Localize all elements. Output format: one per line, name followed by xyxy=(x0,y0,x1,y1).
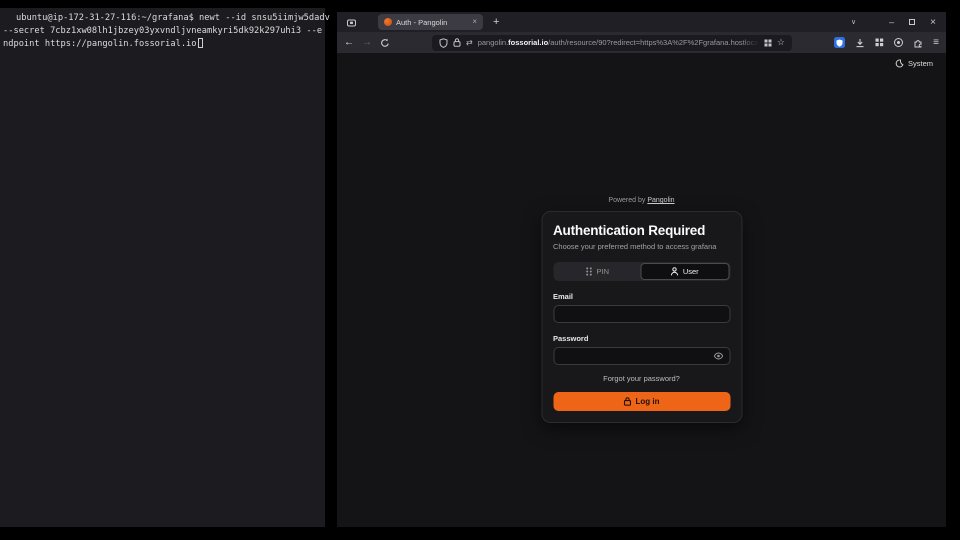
password-input[interactable] xyxy=(553,347,730,365)
user-icon xyxy=(671,267,679,276)
email-input[interactable] xyxy=(553,305,730,323)
card-subtitle: Choose your preferred method to access g… xyxy=(553,242,730,251)
forward-button[interactable]: → xyxy=(362,37,372,48)
maximize-button[interactable] xyxy=(909,19,915,25)
tab-list-chevron-icon[interactable]: ∨ xyxy=(851,18,856,26)
terminal-line: --secret 7cbz1xw08lh1jbzey03yxvndljvneam… xyxy=(3,25,322,38)
url-prefix: pangolin. xyxy=(478,38,508,47)
window-controls: ∨ – × xyxy=(851,12,936,32)
theme-label: System xyxy=(908,59,933,68)
theme-selector-button[interactable]: System xyxy=(895,59,933,68)
tab-pin[interactable]: PIN xyxy=(554,263,641,280)
tab-pin-label: PIN xyxy=(596,267,609,276)
terminal-line: ndpoint https://pangolin.fossorial.io xyxy=(3,38,322,51)
pangolin-favicon-icon xyxy=(384,18,392,26)
firefox-view-icon[interactable] xyxy=(346,17,357,28)
show-password-eye-icon[interactable] xyxy=(713,352,723,360)
minimize-button[interactable]: – xyxy=(889,17,894,27)
tracking-shield-icon[interactable] xyxy=(439,38,448,48)
extensions-puzzle-icon[interactable] xyxy=(913,38,923,48)
terminal-line-text: ndpoint https://pangolin.fossorial.io xyxy=(3,39,197,49)
auth-card: Authentication Required Choose your pref… xyxy=(541,211,742,423)
terminal-cursor xyxy=(198,38,203,48)
tab-title: Auth - Pangolin xyxy=(396,18,468,27)
downloads-icon[interactable] xyxy=(855,38,865,48)
email-label: Email xyxy=(553,292,730,301)
tab-bar: Auth - Pangolin × + ∨ – × xyxy=(337,12,946,32)
back-button[interactable]: ← xyxy=(344,37,354,48)
address-bar[interactable]: ⇄ pangolin.fossorial.io/auth/resource/90… xyxy=(432,35,792,51)
account-icon[interactable] xyxy=(894,38,903,47)
permissions-icon[interactable]: ⇄ xyxy=(466,38,473,47)
bookmark-star-icon[interactable]: ☆ xyxy=(777,37,785,48)
tab-user-label: User xyxy=(683,267,699,276)
forgot-password-link[interactable]: Forgot your password? xyxy=(553,374,730,383)
lock-icon xyxy=(624,397,632,406)
terminal-window[interactable]: ubuntu@ip-172-31-27-116:~/grafana$ newt … xyxy=(0,8,325,527)
auth-method-tabs: PIN User xyxy=(553,262,730,281)
url-text[interactable]: pangolin.fossorial.io/auth/resource/90?r… xyxy=(478,38,759,47)
apps-grid-icon[interactable] xyxy=(875,38,884,47)
keypad-icon xyxy=(585,267,592,276)
lock-icon[interactable] xyxy=(453,38,461,47)
toolbar-extensions: ≡ xyxy=(834,37,939,48)
password-manager-extension-icon[interactable] xyxy=(834,37,845,48)
card-title: Authentication Required xyxy=(553,223,730,238)
browser-toolbar: ← → ⇄ pangolin.fossorial.io/auth/resourc… xyxy=(337,32,946,53)
tab-user[interactable]: User xyxy=(641,263,730,280)
terminal-line: ubuntu@ip-172-31-27-116:~/grafana$ newt … xyxy=(3,12,322,25)
menu-hamburger-icon[interactable]: ≡ xyxy=(933,37,939,48)
containers-grid-icon[interactable] xyxy=(764,39,772,47)
page-content: System Powered by Pangolin Authenticatio… xyxy=(337,53,946,527)
login-button[interactable]: Log in xyxy=(553,392,730,411)
reload-button[interactable] xyxy=(380,38,390,48)
login-button-label: Log in xyxy=(636,397,660,406)
url-domain: fossorial.io xyxy=(508,38,548,47)
moon-icon xyxy=(895,59,904,68)
new-tab-button[interactable]: + xyxy=(493,15,499,29)
pangolin-link[interactable]: Pangolin xyxy=(647,197,674,204)
powered-by: Powered by Pangolin xyxy=(541,197,742,204)
password-label: Password xyxy=(553,334,730,343)
url-path: /auth/resource/90?redirect=https%3A%2F%2… xyxy=(548,38,759,47)
browser-tab-auth-pangolin[interactable]: Auth - Pangolin × xyxy=(378,14,483,30)
tab-close-icon[interactable]: × xyxy=(472,18,477,26)
browser-window: Auth - Pangolin × + ∨ – × ← → ⇄ pangolin… xyxy=(337,12,946,527)
close-window-button[interactable]: × xyxy=(930,17,936,28)
auth-section: Powered by Pangolin Authentication Requi… xyxy=(541,197,742,423)
powered-by-text: Powered by xyxy=(608,197,645,204)
